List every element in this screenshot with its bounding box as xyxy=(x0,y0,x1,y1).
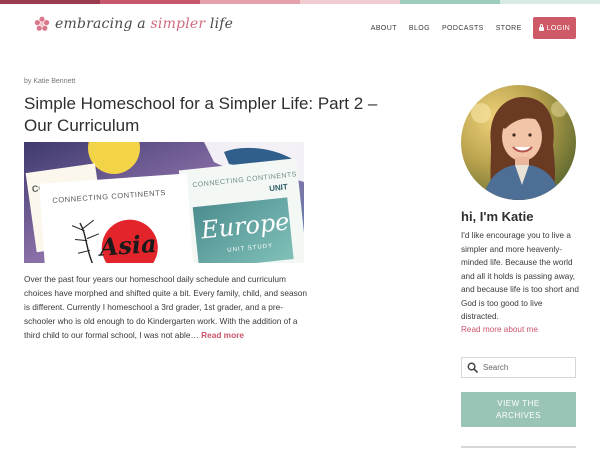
archives-label-line2: ARCHIVES xyxy=(496,410,541,420)
post-featured-image[interactable]: CON CONNECTING CONTINENTS UNIT Europe UN… xyxy=(24,142,304,263)
post-author: by Katie Bennett xyxy=(24,78,76,85)
read-more-link[interactable]: Read more xyxy=(201,330,244,340)
logo-text-accent: simpler xyxy=(150,16,206,32)
archives-label-line1: VIEW THE xyxy=(497,398,540,408)
sidebar-divider xyxy=(461,446,576,448)
author-photo xyxy=(461,85,576,200)
author-photo-graphic xyxy=(461,85,576,200)
flower-icon xyxy=(34,16,50,31)
search-input[interactable] xyxy=(483,363,573,372)
view-archives-button[interactable]: VIEW THE ARCHIVES xyxy=(461,392,576,427)
sidebar-bio: I'd like encourage you to live a simpler… xyxy=(461,231,579,321)
site-logo[interactable]: embracing a simpler life xyxy=(34,16,233,32)
logo-text-end: life xyxy=(205,16,234,32)
logo-text-main: embracing a xyxy=(55,16,151,32)
search-box[interactable] xyxy=(461,357,576,378)
post-excerpt: Over the past four years our homeschool … xyxy=(24,272,308,342)
login-button[interactable]: LOGIN xyxy=(532,17,576,39)
featured-image-graphic: CON CONNECTING CONTINENTS UNIT Europe UN… xyxy=(24,142,304,263)
excerpt-text: Over the past four years our homeschool … xyxy=(24,274,308,340)
left-card-title: Asia xyxy=(97,229,158,262)
nav-about[interactable]: ABOUT xyxy=(371,25,397,32)
nav-store[interactable]: STORE xyxy=(496,25,522,32)
sidebar-greeting: hi, I'm Katie xyxy=(461,209,534,224)
search-icon xyxy=(467,362,478,373)
nav-blog[interactable]: BLOG xyxy=(409,25,430,32)
post-title[interactable]: Simple Homeschool for a Simpler Life: Pa… xyxy=(24,93,384,137)
nav-podcasts[interactable]: PODCASTS xyxy=(442,25,484,32)
logo-text: embracing a simpler life xyxy=(55,16,233,32)
main-nav: ABOUT BLOG PODCASTS STORE LOGIN xyxy=(359,17,576,39)
site-header: embracing a simpler life ABOUT BLOG PODC… xyxy=(0,4,600,52)
lock-icon xyxy=(538,24,544,31)
login-label: LOGIN xyxy=(546,24,570,32)
about-me-link[interactable]: Read more about me xyxy=(461,325,538,334)
